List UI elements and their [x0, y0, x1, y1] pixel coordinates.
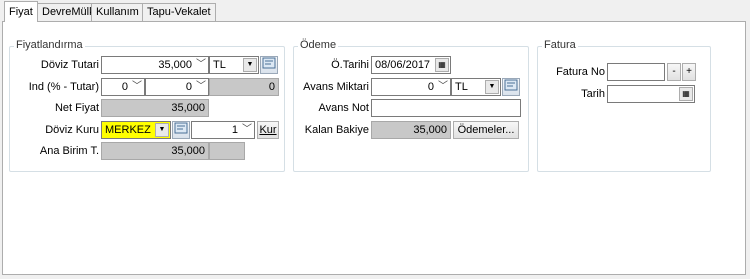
doviz-currency-select[interactable]: TL ▼	[209, 56, 259, 74]
ana-birim-label: Ana Birim T.	[39, 145, 99, 157]
increment-button[interactable]: +	[682, 63, 696, 81]
tab-fiyat[interactable]: Fiyat	[4, 1, 38, 22]
dropdown-arrow-icon[interactable]: ▼	[243, 58, 257, 72]
ind-amount-input[interactable]: 0 ﹀	[145, 78, 209, 96]
chevron-down-icon: ﹀	[196, 81, 206, 92]
ind-percent-input[interactable]: 0 ﹀	[101, 78, 145, 96]
doviz-kuru-label: Döviz Kuru	[45, 124, 99, 136]
avans-miktari-label: Avans Miktari	[303, 81, 369, 93]
ana-birim-field: 35,000	[101, 142, 209, 160]
doviz-tutari-label: Döviz Tutari	[40, 59, 99, 71]
doviz-tutari-input[interactable]: 35,000 ﹀	[101, 56, 209, 74]
group-title: Fiyatlandırma	[14, 39, 85, 51]
kalan-bakiye-field: 35,000	[371, 121, 451, 139]
calculator-icon[interactable]	[172, 121, 190, 139]
group-title: Fatura	[542, 39, 578, 51]
avans-miktari-input[interactable]: 0 ﹀	[371, 78, 451, 96]
decrement-button[interactable]: -	[667, 63, 681, 81]
doviz-kuru-rate-input[interactable]: 1 ﹀	[191, 121, 255, 139]
calendar-icon[interactable]: ▦	[679, 87, 693, 101]
fatura-no-label: Fatura No	[556, 66, 605, 78]
tab-content-panel: Fiyatlandırma Döviz Tutari 35,000 ﹀ TL ▼ …	[2, 21, 746, 275]
dropdown-arrow-icon[interactable]: ▼	[485, 80, 499, 94]
kalan-bakiye-label: Kalan Bakiye	[304, 124, 369, 136]
chevron-down-icon: ﹀	[196, 59, 206, 70]
tab-kullanim[interactable]: Kullanım	[91, 3, 144, 21]
calculator-icon[interactable]	[260, 56, 278, 74]
dropdown-arrow-icon[interactable]: ▼	[155, 123, 169, 137]
avans-not-input[interactable]	[371, 99, 521, 117]
group-title: Ödeme	[298, 39, 339, 51]
fatura-tarih-input[interactable]: ▦	[607, 85, 695, 103]
avans-not-label: Avans Not	[318, 102, 369, 114]
chevron-down-icon: ﹀	[438, 81, 448, 92]
net-fiyat-label: Net Fiyat	[54, 102, 99, 114]
odeme-tarihi-label: Ö.Tarihi	[331, 59, 369, 71]
odeme-tarihi-input[interactable]: 08/06/2017 ▦	[371, 56, 451, 74]
net-fiyat-field: 35,000	[101, 99, 209, 117]
calculator-icon[interactable]	[502, 78, 520, 96]
ind-label: Ind (% - Tutar)	[28, 81, 99, 93]
tab-tapu-vekalet[interactable]: Tapu-Vekalet	[142, 3, 216, 21]
avans-currency-select[interactable]: TL ▼	[451, 78, 501, 96]
calendar-icon[interactable]: ▦	[435, 58, 449, 72]
odemeler-button[interactable]: Ödemeler...	[453, 121, 519, 139]
chevron-down-icon: ﹀	[242, 124, 252, 135]
fatura-no-input[interactable]	[607, 63, 665, 81]
ana-birim-extra-field	[209, 142, 245, 160]
kur-button[interactable]: Kur	[257, 121, 279, 139]
chevron-down-icon: ﹀	[132, 81, 142, 92]
fatura-tarih-label: Tarih	[581, 88, 605, 100]
ind-result-field: 0	[209, 78, 279, 96]
doviz-kuru-source-select[interactable]: MERKEZ ▼	[101, 121, 171, 139]
